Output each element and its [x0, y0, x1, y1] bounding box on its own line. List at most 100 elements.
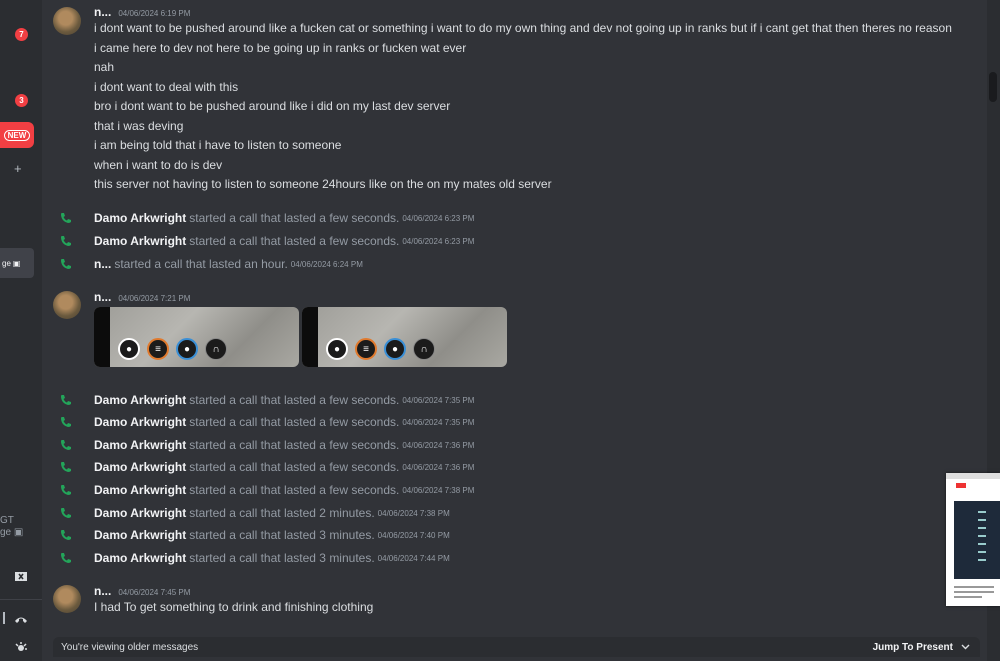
divider: [0, 599, 42, 600]
menu-status-icon: ≡: [147, 338, 169, 360]
call-event: Damo Arkwright started a call that lasted…: [60, 393, 474, 407]
call-timestamp: 04/06/2024 7:38 PM: [377, 508, 450, 518]
author-name[interactable]: n...: [94, 290, 111, 304]
phone-icon: [61, 395, 71, 405]
mention-badge: 7: [15, 28, 28, 41]
message-text: nah: [94, 60, 115, 74]
call-event: Damo Arkwright started a call that lasted…: [60, 234, 474, 248]
message-list: n... 04/06/2024 6:19 PM i dont want to be…: [42, 0, 987, 661]
message-text: i am being told that i have to listen to…: [94, 138, 342, 152]
call-author[interactable]: Damo Arkwright: [94, 438, 186, 452]
phone-icon: [61, 508, 71, 518]
avatar[interactable]: [53, 585, 81, 613]
avatar[interactable]: [53, 7, 81, 35]
call-text: started a call that lasted a few seconds…: [189, 438, 400, 452]
call-author[interactable]: Damo Arkwright: [94, 415, 186, 429]
call-author[interactable]: Damo Arkwright: [94, 506, 186, 520]
older-messages-notice: You're viewing older messages: [61, 641, 199, 653]
phone-icon: [61, 417, 71, 427]
call-timestamp: 04/06/2024 7:36 PM: [402, 440, 475, 450]
call-text: started a call that lasted 2 minutes.: [189, 506, 375, 520]
message-text: when i want to do is dev: [94, 158, 223, 172]
author-name[interactable]: n...: [94, 5, 111, 19]
mic-icon[interactable]: [1, 612, 7, 627]
new-pill[interactable]: NEW: [0, 122, 34, 148]
call-event: Damo Arkwright started a call that lasted…: [60, 551, 450, 565]
message-text: i dont want to deal with this: [94, 80, 239, 94]
call-author[interactable]: Damo Arkwright: [94, 234, 186, 248]
call-text: started a call that lasted an hour.: [114, 257, 288, 271]
lungs-status-icon: ∩: [205, 338, 227, 360]
preview-code-area: [954, 501, 1000, 579]
phone-icon: [61, 462, 71, 472]
dm-item[interactable]: ge ▣: [0, 248, 34, 278]
message-text: bro i dont want to be pushed around like…: [94, 99, 451, 113]
call-timestamp: 04/06/2024 6:23 PM: [402, 213, 475, 223]
image-attachment[interactable]: ● ≡ ● ∩: [302, 307, 507, 367]
call-text: started a call that lasted 3 minutes.: [189, 551, 375, 565]
mic-status-icon: ●: [118, 338, 140, 360]
call-text: started a call that lasted a few seconds…: [189, 234, 400, 248]
new-label: NEW: [3, 129, 31, 141]
logo-icon: [956, 483, 966, 488]
add-icon[interactable]: +: [14, 161, 22, 176]
call-timestamp: 04/06/2024 7:44 PM: [377, 553, 450, 563]
phone-icon: [61, 485, 71, 495]
screen-share-preview[interactable]: [946, 473, 1000, 606]
call-text: started a call that lasted a few seconds…: [189, 460, 400, 474]
call-timestamp: 04/06/2024 7:36 PM: [402, 462, 475, 472]
message-header: n... 04/06/2024 7:21 PM: [94, 290, 190, 304]
scrollbar-thumb[interactable]: [989, 72, 997, 102]
call-timestamp: 04/06/2024 7:35 PM: [402, 395, 475, 405]
phone-icon: [61, 553, 71, 563]
call-event: Damo Arkwright started a call that lasted…: [60, 211, 474, 225]
phone-icon: [61, 440, 71, 450]
activity-icon[interactable]: [14, 641, 28, 658]
call-author[interactable]: Damo Arkwright: [94, 551, 186, 565]
message-header: n... 04/06/2024 7:45 PM: [94, 584, 190, 598]
hangup-icon[interactable]: [14, 612, 28, 627]
message-header: n... 04/06/2024 6:19 PM: [94, 5, 190, 19]
image-attachment[interactable]: ● ≡ ● ∩: [94, 307, 299, 367]
drop-status-icon: ●: [176, 338, 198, 360]
call-timestamp: 04/06/2024 6:23 PM: [402, 236, 475, 246]
screen-icon: ▣: [12, 258, 21, 268]
server-sidebar: 7 3 NEW + ge ▣ GT ge ▣: [0, 0, 42, 661]
avatar[interactable]: [53, 291, 81, 319]
bottom-label-2: ge: [0, 527, 12, 538]
call-text: started a call that lasted a few seconds…: [189, 393, 400, 407]
phone-icon: [61, 213, 71, 223]
call-event: Damo Arkwright started a call that lasted…: [60, 483, 474, 497]
message-text: i came here to dev not here to be going …: [94, 41, 467, 55]
call-author[interactable]: Damo Arkwright: [94, 393, 186, 407]
menu-status-icon: ≡: [355, 338, 377, 360]
dm-label: ge: [2, 258, 11, 268]
call-event: Damo Arkwright started a call that lasted…: [60, 528, 450, 542]
call-timestamp: 04/06/2024 6:24 PM: [290, 259, 363, 269]
author-name[interactable]: n...: [94, 584, 111, 598]
message-text: i dont want to be pushed around like a f…: [94, 21, 952, 35]
bottom-label-1: GT: [0, 515, 14, 526]
call-author[interactable]: Damo Arkwright: [94, 528, 186, 542]
phone-icon: [61, 530, 71, 540]
jump-to-present-button[interactable]: Jump To Present: [873, 642, 970, 653]
call-timestamp: 04/06/2024 7:40 PM: [377, 530, 450, 540]
timestamp: 04/06/2024 7:21 PM: [118, 294, 191, 303]
drop-status-icon: ●: [384, 338, 406, 360]
phone-icon: [61, 236, 71, 246]
call-event: Damo Arkwright started a call that lasted…: [60, 438, 474, 452]
phone-icon: [61, 259, 71, 269]
call-event: n... started a call that lasted an hour. 0…: [60, 257, 363, 271]
message-text: that i was deving: [94, 119, 184, 133]
chevron-down-icon: [961, 644, 970, 650]
call-author[interactable]: Damo Arkwright: [94, 460, 186, 474]
call-author[interactable]: Damo Arkwright: [94, 211, 186, 225]
message-text: I had To get something to drink and fini…: [94, 600, 374, 614]
mic-status-icon: ●: [326, 338, 348, 360]
bottom-user[interactable]: GT ge ▣: [0, 515, 23, 539]
call-author[interactable]: n...: [94, 257, 111, 271]
screen-share-close-icon[interactable]: [14, 571, 28, 586]
mention-badge: 3: [15, 94, 28, 107]
call-author[interactable]: Damo Arkwright: [94, 483, 186, 497]
call-timestamp: 04/06/2024 7:35 PM: [402, 417, 475, 427]
